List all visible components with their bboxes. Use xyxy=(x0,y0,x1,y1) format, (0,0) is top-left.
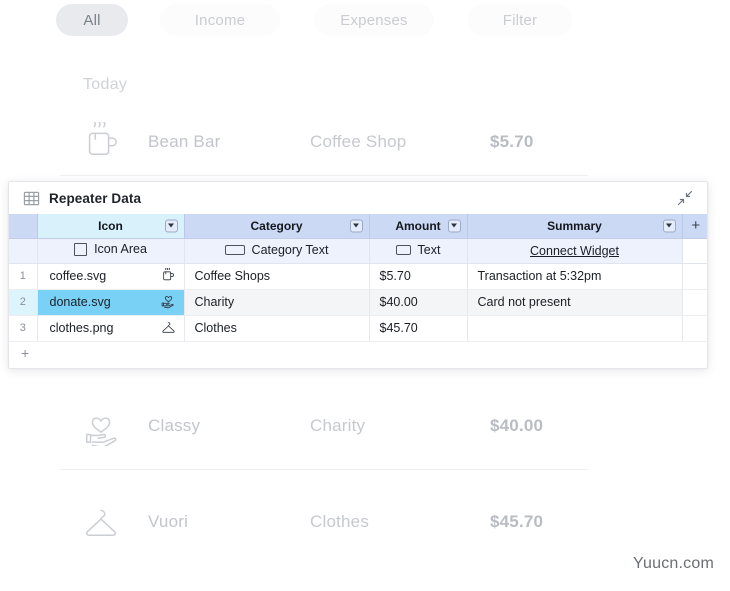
cell-summary[interactable] xyxy=(467,315,682,341)
tab-all[interactable]: All xyxy=(56,4,128,36)
repeater-data-panel: Repeater Data Icon Category xyxy=(8,181,708,369)
binding-row-spacer xyxy=(682,238,708,263)
coffee-cup-icon xyxy=(82,122,120,162)
tab-filter-label: Filter xyxy=(503,12,538,29)
row-end-spacer xyxy=(682,289,708,315)
tab-income-label: Income xyxy=(195,12,245,29)
binding-cell-icon[interactable]: Icon Area xyxy=(37,238,184,263)
binding-cell-amount-label: Text xyxy=(418,243,441,257)
table-row[interactable]: 2 donate.svg Cha xyxy=(9,289,708,315)
cell-icon-filename: clothes.png xyxy=(50,321,114,335)
filter-tabbar: All Income Expenses Filter xyxy=(0,0,730,42)
panel-title: Repeater Data xyxy=(49,191,141,206)
transaction-merchant: Bean Bar xyxy=(148,132,220,152)
table-row[interactable]: 1 coffee.svg Cof xyxy=(9,263,708,289)
transaction-merchant: Vuori xyxy=(148,512,188,532)
transaction-amount: $5.70 xyxy=(490,132,534,152)
cell-amount[interactable]: $45.70 xyxy=(369,315,467,341)
transaction-row-vuori[interactable]: Vuori Clothes $45.70 xyxy=(60,485,600,559)
chevron-down-icon[interactable] xyxy=(663,219,676,232)
transaction-category: Coffee Shop xyxy=(310,132,406,152)
cell-category[interactable]: Coffee Shops xyxy=(184,263,369,289)
chevron-down-icon[interactable] xyxy=(165,219,178,232)
column-header-summary[interactable]: Summary xyxy=(467,214,682,238)
column-header-icon[interactable]: Icon xyxy=(37,214,184,238)
add-row-plus-icon[interactable]: + xyxy=(9,341,708,365)
text-field-icon xyxy=(225,245,245,255)
transaction-row-classy[interactable]: Classy Charity $40.00 xyxy=(60,389,600,463)
cell-summary[interactable]: Card not present xyxy=(467,289,682,315)
table-binding-row: Icon Area Category Text Text Co xyxy=(9,238,708,263)
text-field-icon-small xyxy=(396,245,411,255)
cell-summary[interactable]: Transaction at 5:32pm xyxy=(467,263,682,289)
checkbox-square-icon xyxy=(74,243,87,256)
cell-icon-file[interactable]: clothes.png xyxy=(37,315,184,341)
table-row[interactable]: 3 clothes.png Clothes $45.70 xyxy=(9,315,708,341)
row-number: 1 xyxy=(9,263,37,289)
section-header-today: Today xyxy=(83,76,127,94)
chevron-down-icon[interactable] xyxy=(448,219,461,232)
binding-cell-category[interactable]: Category Text xyxy=(184,238,369,263)
row-end-spacer xyxy=(682,263,708,289)
row-number: 3 xyxy=(9,315,37,341)
binding-cell-amount[interactable]: Text xyxy=(369,238,467,263)
transaction-amount: $45.70 xyxy=(490,512,543,532)
transaction-divider xyxy=(60,469,588,470)
cell-icon-file[interactable]: coffee.svg xyxy=(37,263,184,289)
cell-category[interactable]: Charity xyxy=(184,289,369,315)
collapse-diagonal-icon[interactable] xyxy=(677,190,693,206)
tab-expenses-label: Expenses xyxy=(340,12,407,29)
cell-icon-file-selected[interactable]: donate.svg xyxy=(37,289,184,315)
screen-root: All Income Expenses Filter Today Bean Ba… xyxy=(0,0,730,591)
tab-all-label: All xyxy=(83,12,100,29)
binding-cell-icon-label: Icon Area xyxy=(94,242,147,256)
coffee-cup-icon xyxy=(161,268,176,284)
chevron-down-icon[interactable] xyxy=(350,219,363,232)
transaction-divider xyxy=(60,175,588,176)
cell-amount[interactable]: $5.70 xyxy=(369,263,467,289)
donate-hand-icon xyxy=(161,294,176,310)
panel-header: Repeater Data xyxy=(9,182,707,214)
tab-income[interactable]: Income xyxy=(160,4,280,36)
transaction-row-bean-bar[interactable]: Bean Bar Coffee Shop $5.70 xyxy=(60,105,600,179)
cell-amount[interactable]: $40.00 xyxy=(369,289,467,315)
row-number: 2 xyxy=(9,289,37,315)
hanger-icon xyxy=(161,320,176,336)
watermark: Yuucn.com xyxy=(633,555,714,573)
transaction-amount: $40.00 xyxy=(490,416,543,436)
transaction-category: Charity xyxy=(310,416,365,436)
cell-category[interactable]: Clothes xyxy=(184,315,369,341)
add-column-button[interactable]: + xyxy=(682,214,708,238)
column-header-summary-label: Summary xyxy=(547,219,602,233)
add-row-button[interactable]: + xyxy=(9,341,708,365)
cell-icon-filename: coffee.svg xyxy=(50,269,107,283)
plus-icon: + xyxy=(691,218,700,233)
donate-hand-icon xyxy=(82,406,120,446)
connect-widget-link[interactable]: Connect Widget xyxy=(530,244,619,258)
tab-expenses[interactable]: Expenses xyxy=(314,4,434,36)
column-header-icon-label: Icon xyxy=(98,219,123,233)
column-header-category-label: Category xyxy=(250,219,302,233)
row-end-spacer xyxy=(682,315,708,341)
cell-icon-filename: donate.svg xyxy=(50,295,111,309)
tab-filter[interactable]: Filter xyxy=(468,4,572,36)
hanger-icon xyxy=(82,502,120,542)
column-header-category[interactable]: Category xyxy=(184,214,369,238)
repeater-data-table: Icon Category Amount Summary + xyxy=(9,214,708,365)
binding-row-gutter xyxy=(9,238,37,263)
table-header-row: Icon Category Amount Summary + xyxy=(9,214,708,238)
transaction-category: Clothes xyxy=(310,512,369,532)
binding-cell-category-label: Category Text xyxy=(252,243,329,257)
binding-cell-summary[interactable]: Connect Widget xyxy=(467,238,682,263)
transaction-merchant: Classy xyxy=(148,416,200,436)
grid-table-icon xyxy=(23,190,40,207)
row-number-header xyxy=(9,214,37,238)
column-header-amount-label: Amount xyxy=(395,219,440,233)
column-header-amount[interactable]: Amount xyxy=(369,214,467,238)
